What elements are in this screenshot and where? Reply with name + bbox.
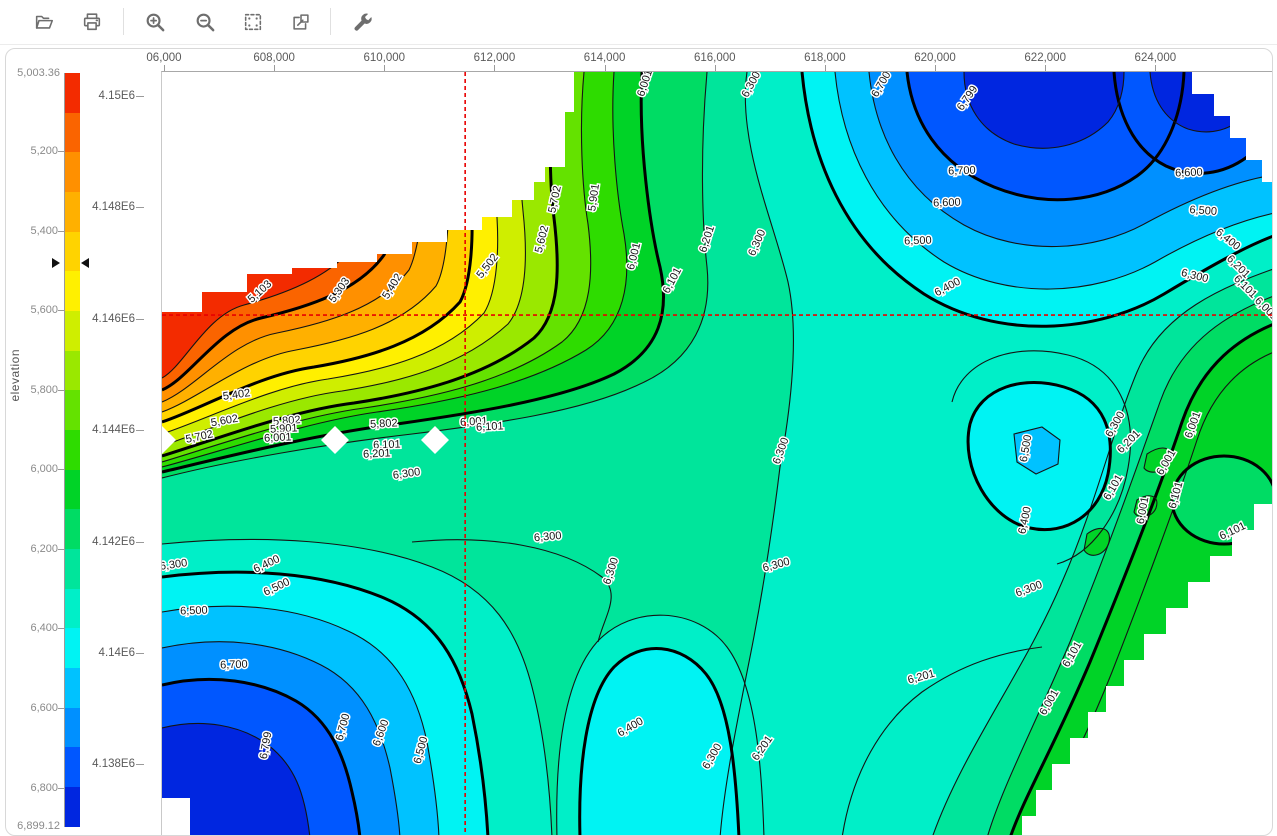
x-axis-label: 612,000 xyxy=(474,52,516,64)
contour-label: 6,500 xyxy=(180,605,208,618)
contour-label: 6,300 xyxy=(534,530,562,544)
x-axis-label: 616,000 xyxy=(694,52,736,64)
x-axis-label: 614,000 xyxy=(584,52,626,64)
y-axis-label: 4.146E6 xyxy=(92,313,135,325)
y-axis-label: 4.15E6 xyxy=(99,90,135,102)
export-icon xyxy=(290,11,312,33)
x-axis-label: 610,000 xyxy=(364,52,406,64)
x-axis-label: 620,000 xyxy=(914,52,956,64)
y-axis-tick xyxy=(136,764,144,765)
y-axis-label: 4.144E6 xyxy=(92,424,135,436)
y-axis-tick xyxy=(136,96,144,97)
export-button[interactable] xyxy=(286,7,316,37)
y-axis-label: 4.138E6 xyxy=(92,758,135,770)
y-axis: 4.15E6 4.148E6 4.146E6 4.144E6 4.142E6 4.14E6… xyxy=(6,71,161,835)
zoom-extents-button[interactable] xyxy=(238,7,268,37)
chart-panel: elevation 5,003.366,899.125,2005,4005,60… xyxy=(5,48,1273,836)
toolbar-separator xyxy=(123,8,124,35)
open-button[interactable] xyxy=(29,7,59,37)
y-axis-tick xyxy=(136,319,144,320)
zoom-in-button[interactable] xyxy=(140,7,170,37)
x-axis-label: 622,000 xyxy=(1024,52,1066,64)
toolbar-separator xyxy=(330,8,331,35)
x-axis-label: 618,000 xyxy=(804,52,846,64)
x-axis-label: 06,000 xyxy=(146,52,181,64)
contour-label: 6,101 xyxy=(476,420,504,433)
printer-icon xyxy=(81,11,103,33)
zoom-out-icon xyxy=(194,11,217,34)
y-axis-tick xyxy=(136,653,144,654)
y-axis-label: 4.142E6 xyxy=(92,536,135,548)
contour-label: 6,600 xyxy=(1175,167,1203,180)
zoom-in-icon xyxy=(144,11,167,34)
x-axis-label: 624,000 xyxy=(1135,52,1177,64)
y-axis-label: 4.14E6 xyxy=(99,647,135,659)
toolbar xyxy=(0,0,1277,45)
y-axis-tick xyxy=(136,207,144,208)
contour-fills xyxy=(162,72,1273,836)
zoom-extents-icon xyxy=(242,11,264,33)
open-folder-icon xyxy=(33,11,55,33)
contour-label: 6,600 xyxy=(933,197,961,210)
contour-label: 6,001 xyxy=(264,431,292,444)
zoom-out-button[interactable] xyxy=(190,7,220,37)
contour-label: 6,700 xyxy=(220,659,248,672)
y-axis-tick xyxy=(136,430,144,431)
contour-label: 6,500 xyxy=(904,235,932,248)
contour-label: 6,700 xyxy=(948,165,976,178)
contour-label: 6,201 xyxy=(363,447,391,460)
wrench-icon xyxy=(351,11,374,34)
x-axis: 06,000608,000610,000612,000614,000616,00… xyxy=(161,49,1273,71)
contour-label: 5,802 xyxy=(370,417,398,430)
y-axis-label: 4.148E6 xyxy=(92,201,135,213)
contour-map[interactable]: 5,1035,3035,4025,4025,5025,6025,6025,702… xyxy=(161,71,1273,836)
print-button[interactable] xyxy=(77,7,107,37)
x-axis-label: 608,000 xyxy=(253,52,295,64)
contour-label: 6,500 xyxy=(1189,204,1217,218)
y-axis-tick xyxy=(136,542,144,543)
settings-button[interactable] xyxy=(347,7,377,37)
